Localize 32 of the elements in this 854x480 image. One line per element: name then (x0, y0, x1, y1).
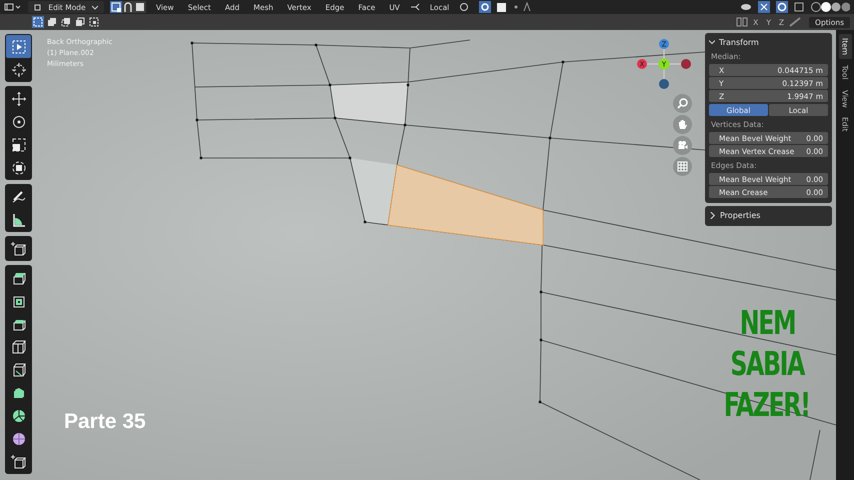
axis-handle[interactable] (659, 79, 669, 89)
axis-handle[interactable] (681, 59, 691, 69)
square-icon[interactable] (497, 2, 506, 12)
select-mode-edge-icon[interactable] (122, 1, 134, 13)
visibility-icon[interactable] (740, 2, 752, 12)
mirror-icon[interactable] (736, 17, 748, 27)
orientation-icon[interactable] (410, 2, 420, 12)
gizmo-toggle-icon[interactable] (758, 1, 770, 13)
caption-line: SABIA (730, 343, 804, 384)
panel-title[interactable]: Properties (720, 210, 760, 220)
box-mode-invert-icon[interactable] (74, 16, 86, 28)
overlay-caption: Parte 35 (64, 410, 146, 434)
select-mode-vertex-icon[interactable] (110, 1, 122, 13)
editor-type-icon[interactable] (4, 2, 22, 12)
overlay-toggle-icon[interactable] (776, 1, 788, 13)
mode-icon (34, 3, 42, 11)
box-mode-new-icon[interactable] (32, 16, 44, 28)
box-mode-extend-icon[interactable] (46, 16, 58, 28)
auto-merge-icon[interactable] (789, 17, 802, 27)
caption-line: NEM (739, 302, 795, 343)
xray-icon[interactable] (794, 2, 804, 12)
select-mode-face-icon[interactable] (134, 1, 146, 13)
select-tool-icon[interactable] (6, 35, 31, 58)
box-mode-subtract-icon[interactable] (60, 16, 72, 28)
shading-modes-icon[interactable] (810, 1, 850, 13)
caret-icon (92, 4, 98, 10)
gizmo-axis-lines (646, 48, 682, 80)
chevron-icon[interactable] (709, 212, 716, 218)
box-mode-intersect-icon[interactable] (88, 16, 100, 28)
panel-title[interactable]: Transform (719, 38, 759, 46)
chevron-icon[interactable] (709, 39, 715, 45)
snap-icon[interactable] (479, 1, 492, 13)
